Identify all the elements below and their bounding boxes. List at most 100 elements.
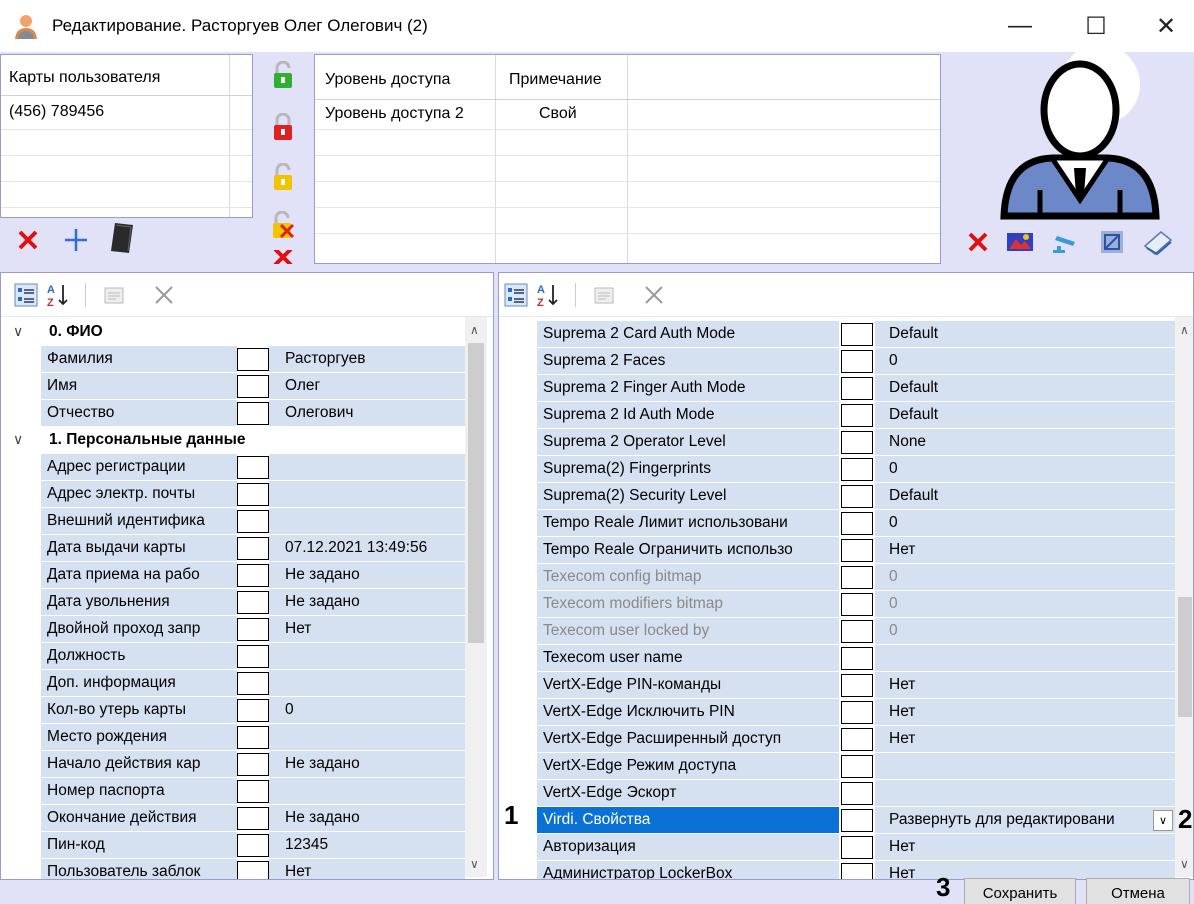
close-button[interactable]: ✕	[1146, 10, 1186, 42]
property-row[interactable]: Двойной проход запр Нет	[1, 616, 465, 643]
collapse-chevron-icon[interactable]: ∨	[13, 323, 23, 340]
property-row[interactable]: Suprema 2 Faces 0	[499, 348, 1175, 375]
property-row[interactable]: Авторизация Нет	[499, 834, 1175, 861]
maximize-button[interactable]: ☐	[1076, 10, 1116, 42]
property-row[interactable]: Место рождения	[1, 724, 465, 751]
property-row[interactable]: Texecom modifiers bitmap 0	[499, 591, 1175, 618]
property-row[interactable]: Suprema(2) Fingerprints 0	[499, 456, 1175, 483]
card-item[interactable]: (456) 789456	[9, 103, 104, 121]
property-value[interactable]	[269, 724, 465, 751]
property-row[interactable]: Texecom user locked by 0	[499, 618, 1175, 645]
property-value[interactable]: Расторгуев	[269, 346, 465, 373]
property-value[interactable]: Не задано	[269, 805, 465, 832]
property-row[interactable]: VertX-Edge PIN-команды Нет	[499, 672, 1175, 699]
camera-photo-icon[interactable]	[1048, 224, 1084, 260]
property-value[interactable]	[269, 454, 465, 481]
cancel-button[interactable]: Отмена	[1086, 878, 1190, 904]
property-row[interactable]: Virdi. Свойства Развернуть для редактиров…	[499, 807, 1175, 834]
property-value[interactable]: 0	[889, 514, 898, 532]
access-level-cell[interactable]: Уровень доступа 2	[325, 105, 464, 123]
property-value[interactable]	[269, 643, 465, 670]
property-row[interactable]: Suprema 2 Id Auth Mode Default	[499, 402, 1175, 429]
column-access-level[interactable]: Уровень доступа	[325, 71, 450, 89]
access-levels-table[interactable]: Уровень доступа Примечание Уровень досту…	[314, 54, 941, 264]
property-value[interactable]: Развернуть для редактировани	[889, 811, 1115, 829]
property-value[interactable]: 12345	[269, 832, 465, 859]
dropdown-chevron-icon[interactable]: ∨	[1153, 810, 1173, 831]
card-reader-icon[interactable]	[104, 220, 140, 256]
property-row[interactable]: Пользователь заблок Нет	[1, 859, 465, 879]
left-scrollbar[interactable]: ∧ ∨	[465, 317, 487, 877]
lock-yellow-icon[interactable]	[264, 158, 302, 196]
property-row[interactable]: Suprema 2 Operator Level None	[499, 429, 1175, 456]
delete-card-icon[interactable]	[10, 222, 46, 258]
property-row[interactable]: Дата увольнения Не задано	[1, 589, 465, 616]
scroll-down-icon[interactable]: ∨	[470, 857, 479, 871]
scroll-up-icon[interactable]: ∧	[1180, 323, 1189, 337]
property-value[interactable]: Нет	[269, 859, 465, 879]
property-value[interactable]: 0	[889, 460, 898, 478]
property-value[interactable]: Не задано	[269, 589, 465, 616]
property-value[interactable]: 0	[889, 352, 898, 370]
property-row[interactable]: Начало действия кар Не задано	[1, 751, 465, 778]
property-value[interactable]: 0	[889, 622, 898, 640]
property-row[interactable]: Отчество Олегович	[1, 400, 465, 427]
cards-list[interactable]: Карты пользователя (456) 789456	[0, 54, 253, 218]
property-row[interactable]: Окончание действия Не задано	[1, 805, 465, 832]
save-button[interactable]: Сохранить	[964, 878, 1076, 904]
property-value[interactable]: Нет	[269, 616, 465, 643]
categorized-view-icon[interactable]	[13, 282, 39, 308]
property-value[interactable]: 0	[889, 595, 898, 613]
property-row[interactable]: Доп. информация	[1, 670, 465, 697]
property-row[interactable]: Адрес регистрации	[1, 454, 465, 481]
crop-photo-icon[interactable]	[1094, 224, 1130, 260]
property-value[interactable]: Default	[889, 325, 938, 343]
left-scroll-thumb[interactable]	[468, 343, 484, 643]
load-photo-icon[interactable]	[1002, 224, 1038, 260]
property-value[interactable]: 0	[889, 568, 898, 586]
property-value[interactable]: Олег	[269, 373, 465, 400]
property-value[interactable]: Не задано	[269, 562, 465, 589]
sort-alphabetical-icon[interactable]: AZ	[45, 282, 71, 308]
lock-red-icon[interactable]	[264, 108, 302, 146]
property-row[interactable]: VertX-Edge Исключить PIN Нет	[499, 699, 1175, 726]
add-card-icon[interactable]	[58, 222, 94, 258]
property-value[interactable]: 07.12.2021 13:49:56	[269, 535, 465, 562]
access-note-cell[interactable]: Свой	[539, 105, 577, 123]
property-row[interactable]: Номер паспорта	[1, 778, 465, 805]
property-row[interactable]: Пин-код 12345	[1, 832, 465, 859]
scroll-up-icon[interactable]: ∧	[470, 323, 479, 337]
property-value[interactable]: Нет	[889, 865, 915, 879]
property-value[interactable]: Нет	[889, 838, 915, 856]
property-row[interactable]: Дата приема на рабо Не задано	[1, 562, 465, 589]
collapse-chevron-icon[interactable]: ∨	[13, 431, 23, 448]
scroll-down-icon[interactable]: ∨	[1180, 857, 1189, 871]
sort-alphabetical-icon[interactable]: AZ	[535, 282, 561, 308]
property-value[interactable]: Нет	[889, 730, 915, 748]
property-row[interactable]: VertX-Edge Расширенный доступ Нет	[499, 726, 1175, 753]
right-property-grid[interactable]: AZ Suprema 2 Card Auth Mode Default Suprem…	[498, 272, 1194, 880]
property-row[interactable]: Suprema(2) Security Level Default	[499, 483, 1175, 510]
property-row[interactable]: Texecom user name	[499, 645, 1175, 672]
property-value[interactable]: Default	[889, 487, 938, 505]
property-value[interactable]: Default	[889, 406, 938, 424]
category-row[interactable]: ∨ 0. ФИО	[1, 319, 465, 346]
delete-access-icon[interactable]	[264, 250, 302, 264]
property-row[interactable]: Внешний идентифика	[1, 508, 465, 535]
property-row[interactable]: Дата выдачи карты 07.12.2021 13:49:56	[1, 535, 465, 562]
property-value[interactable]: Олегович	[269, 400, 465, 427]
property-value[interactable]: Нет	[889, 703, 915, 721]
property-value[interactable]: None	[889, 433, 926, 451]
property-row[interactable]: Должность	[1, 643, 465, 670]
column-note[interactable]: Примечание	[509, 71, 602, 89]
property-value[interactable]: Нет	[889, 676, 915, 694]
property-value[interactable]	[269, 670, 465, 697]
property-value[interactable]: Нет	[889, 541, 915, 559]
minimize-button[interactable]: —	[1000, 10, 1040, 42]
property-row[interactable]: VertX-Edge Эскорт	[499, 780, 1175, 807]
property-row[interactable]: Имя Олег	[1, 373, 465, 400]
property-row[interactable]: VertX-Edge Режим доступа	[499, 753, 1175, 780]
categorized-view-icon[interactable]	[503, 282, 529, 308]
property-row[interactable]: Tempo Reale Ограничить использо Нет	[499, 537, 1175, 564]
unlock-green-icon[interactable]	[264, 56, 302, 94]
